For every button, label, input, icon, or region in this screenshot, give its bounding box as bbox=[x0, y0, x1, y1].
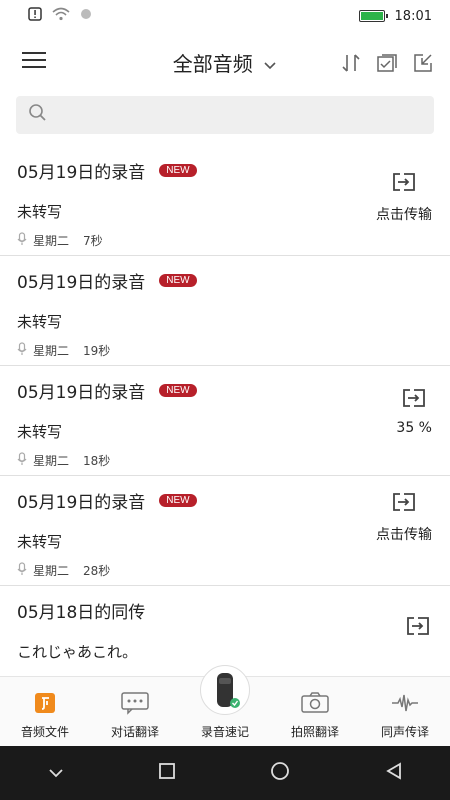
list-item[interactable]: 05月18日的同传 これじゃあこれ。 bbox=[0, 586, 450, 676]
recording-duration: 19秒 bbox=[83, 344, 111, 358]
sort-icon[interactable] bbox=[340, 52, 362, 74]
search-bar[interactable] bbox=[16, 96, 434, 134]
transfer-icon bbox=[390, 490, 418, 518]
recording-day: 星期二 bbox=[33, 454, 70, 468]
recording-day: 星期二 bbox=[33, 344, 70, 358]
transfer-progress[interactable]: 35 % bbox=[396, 386, 432, 436]
app-header: 全部音频 bbox=[0, 32, 450, 92]
tab-photo-translation[interactable]: 拍照翻译 bbox=[270, 677, 360, 746]
transfer-button[interactable]: 点击传输 bbox=[376, 170, 432, 224]
tab-dialogue-translation[interactable]: 对话翻译 bbox=[90, 677, 180, 746]
tab-simultaneous-interpretation[interactable]: 同声传译 bbox=[360, 677, 450, 746]
recents-button[interactable] bbox=[158, 762, 176, 784]
transfer-button[interactable]: 点击传输 bbox=[376, 490, 432, 544]
recording-day: 星期二 bbox=[33, 564, 70, 578]
recording-title: 05月19日的录音 bbox=[17, 493, 146, 513]
list-item[interactable]: 05月19日的录音 NEW 未转写 星期二 28秒 点击传输 bbox=[0, 476, 450, 586]
tab-label: 同声传译 bbox=[380, 725, 429, 739]
new-badge: NEW bbox=[159, 164, 197, 177]
transfer-icon bbox=[400, 386, 428, 414]
back-button[interactable] bbox=[384, 761, 404, 785]
tab-label: 音频文件 bbox=[20, 725, 69, 739]
dialogue-icon bbox=[120, 689, 150, 717]
recording-title: 05月19日的录音 bbox=[17, 163, 146, 183]
recording-title: 05月18日的同传 bbox=[17, 603, 146, 623]
recording-list: 05月19日的录音 NEW 未转写 星期二 7秒 点击传输 05月19日的录音 … bbox=[0, 146, 450, 676]
transfer-icon bbox=[404, 614, 432, 642]
clock: 18:01 bbox=[394, 8, 432, 24]
search-icon bbox=[28, 103, 48, 127]
home-button[interactable] bbox=[269, 760, 291, 786]
recording-duration: 7秒 bbox=[83, 234, 103, 248]
camera-icon bbox=[300, 689, 330, 717]
tab-label: 录音速记 bbox=[200, 725, 249, 739]
page-title-text: 全部音频 bbox=[172, 52, 253, 76]
audio-file-icon bbox=[33, 689, 57, 717]
list-item[interactable]: 05月19日的录音 NEW 未转写 星期二 7秒 点击传输 bbox=[0, 146, 450, 256]
transcript-preview: これじゃあこれ。 bbox=[17, 643, 138, 661]
list-item[interactable]: 05月19日的录音 NEW 未转写 星期二 19秒 bbox=[0, 256, 450, 366]
recording-duration: 28秒 bbox=[83, 564, 111, 578]
recording-day: 星期二 bbox=[33, 234, 70, 248]
transfer-icon bbox=[390, 170, 418, 198]
import-icon[interactable] bbox=[412, 52, 434, 74]
recording-duration: 18秒 bbox=[83, 454, 111, 468]
tab-label: 对话翻译 bbox=[110, 725, 159, 739]
transcription-status: 未转写 bbox=[17, 313, 63, 331]
transcription-status: 未转写 bbox=[17, 423, 63, 441]
microphone-icon bbox=[17, 452, 27, 469]
bottom-tab-bar: 音频文件 对话翻译 录音速记 拍照翻译 同声传译 bbox=[0, 665, 450, 746]
chevron-down-icon[interactable] bbox=[47, 764, 65, 783]
transfer-progress-label: 35 % bbox=[396, 420, 432, 436]
tab-audio-files[interactable]: 音频文件 bbox=[0, 677, 90, 746]
transcription-status: 未转写 bbox=[17, 533, 63, 551]
transfer-label: 点击传输 bbox=[376, 207, 432, 223]
transfer-button[interactable] bbox=[404, 614, 432, 642]
tab-label: 拍照翻译 bbox=[290, 725, 339, 739]
microphone-icon bbox=[17, 232, 27, 249]
transcription-status: 未转写 bbox=[17, 203, 63, 221]
new-badge: NEW bbox=[159, 494, 197, 507]
status-bar: 18:01 bbox=[0, 0, 450, 32]
tab-recorder[interactable]: 录音速记 bbox=[180, 665, 270, 746]
multi-select-icon[interactable] bbox=[376, 52, 398, 74]
transfer-label: 点击传输 bbox=[376, 527, 432, 543]
microphone-icon bbox=[17, 342, 27, 359]
battery-icon bbox=[358, 10, 388, 22]
microphone-icon bbox=[17, 562, 27, 579]
recorder-device-icon bbox=[200, 665, 250, 715]
list-item[interactable]: 05月19日的录音 NEW 未转写 星期二 18秒 35 % bbox=[0, 366, 450, 476]
recording-title: 05月19日的录音 bbox=[17, 273, 146, 293]
chevron-down-icon bbox=[259, 59, 277, 75]
new-badge: NEW bbox=[159, 274, 197, 287]
new-badge: NEW bbox=[159, 384, 197, 397]
recording-title: 05月19日的录音 bbox=[17, 383, 146, 403]
wifi-icon bbox=[52, 7, 70, 25]
dot-indicator-icon bbox=[80, 8, 92, 24]
waveform-icon bbox=[390, 689, 420, 717]
alert-icon bbox=[28, 7, 42, 25]
system-nav-bar bbox=[0, 746, 450, 800]
